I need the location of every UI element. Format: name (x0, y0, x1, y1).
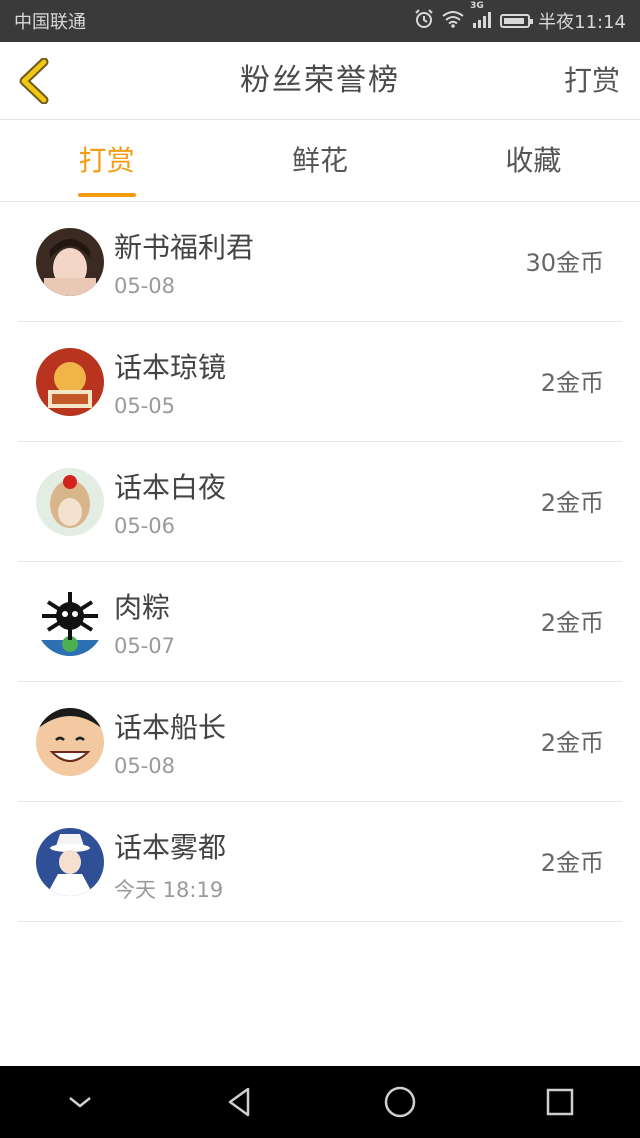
list-item[interactable]: 话本琼镜 05-05 2金币 (18, 322, 622, 442)
circle-home-icon (384, 1086, 416, 1118)
carrier-name: 中国联通 (14, 12, 86, 33)
tab-reward[interactable]: 打赏 (0, 120, 213, 201)
fan-name: 话本白夜 (114, 471, 227, 504)
avatar (36, 348, 104, 416)
hide-keyboard-button[interactable] (50, 1072, 110, 1132)
list-item[interactable]: 话本雾都 今天 18:19 2金币 (18, 802, 622, 922)
network-type-label: 3G (470, 1, 484, 11)
avatar (36, 228, 104, 296)
reward-date: 今天 18:19 (114, 878, 224, 902)
list-item[interactable]: 肉粽 05-07 2金币 (18, 562, 622, 682)
back-nav-button[interactable] (210, 1072, 270, 1132)
reward-date: 05-07 (114, 634, 176, 658)
home-nav-button[interactable] (370, 1072, 430, 1132)
reward-date: 05-06 (114, 514, 176, 538)
tab-flowers[interactable]: 鲜花 (213, 120, 426, 201)
triangle-back-icon (228, 1087, 250, 1117)
header: 粉丝荣誉榜 打赏 (0, 42, 640, 120)
fan-name: 话本雾都 (114, 831, 227, 864)
fan-name: 话本琼镜 (114, 351, 227, 384)
square-recents-icon (546, 1088, 574, 1116)
tab-bar: 打赏 鲜花 收藏 (0, 120, 640, 202)
signal-icon: 3G (470, 2, 492, 32)
reward-amount: 30金币 (525, 249, 604, 277)
fan-list: 新书福利君 05-08 30金币 话本琼镜 05-05 2金币 话本白夜 05-… (18, 202, 622, 922)
reward-amount: 2金币 (540, 729, 604, 757)
avatar (36, 708, 104, 776)
clock: 半夜11:14 (538, 12, 626, 33)
reward-amount: 2金币 (540, 489, 604, 517)
avatar (36, 468, 104, 536)
tab-favorites[interactable]: 收藏 (427, 120, 640, 201)
battery-icon (500, 14, 534, 28)
alarm-icon (414, 9, 434, 33)
list-item[interactable]: 话本船长 05-08 2金币 (18, 682, 622, 802)
status-icons: 3G 半夜11:14 (414, 2, 626, 34)
reward-date: 05-05 (114, 394, 176, 418)
list-item[interactable]: 话本白夜 05-06 2金币 (18, 442, 622, 562)
reward-amount: 2金币 (540, 369, 604, 397)
avatar (36, 588, 104, 656)
fan-name: 话本船长 (114, 711, 227, 744)
system-nav-bar (0, 1066, 640, 1138)
list-item[interactable]: 新书福利君 05-08 30金币 (18, 202, 622, 322)
avatar (36, 828, 104, 896)
reward-date: 05-08 (114, 274, 176, 298)
reward-amount: 2金币 (540, 609, 604, 637)
page-title: 粉丝荣誉榜 (240, 63, 400, 98)
wifi-icon (442, 10, 464, 32)
status-bar: 中国联通 3G 半夜11:14 (0, 0, 640, 42)
battery-level (504, 18, 525, 24)
reward-date: 05-08 (114, 754, 176, 778)
reward-amount: 2金币 (540, 849, 604, 877)
recents-nav-button[interactable] (530, 1072, 590, 1132)
reward-button[interactable]: 打赏 (564, 42, 620, 120)
fan-name: 肉粽 (114, 591, 171, 624)
chevron-down-icon (69, 1097, 91, 1108)
fan-name: 新书福利君 (114, 231, 255, 264)
